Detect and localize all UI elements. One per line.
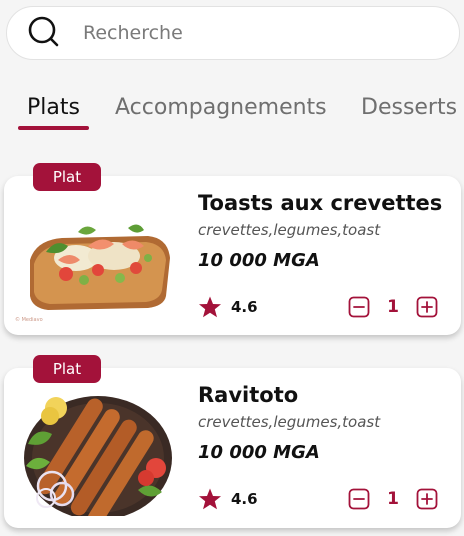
star-icon bbox=[199, 296, 221, 318]
product-rating: 4.6 bbox=[198, 487, 258, 511]
search-input[interactable] bbox=[81, 21, 415, 45]
tab-accompagnements[interactable]: Accompagnements bbox=[115, 95, 327, 120]
quantity-stepper: 1 bbox=[348, 296, 438, 318]
product-card[interactable]: Plat Ravitoto crevettes,legumes,toast 10… bbox=[4, 355, 461, 528]
search-bar[interactable] bbox=[6, 6, 460, 60]
quantity-value: 1 bbox=[387, 297, 399, 317]
quantity-value: 1 bbox=[387, 489, 399, 509]
plus-square-icon[interactable] bbox=[416, 488, 438, 510]
rating-value: 4.6 bbox=[231, 490, 258, 508]
product-price: 10 000 MGA bbox=[198, 250, 320, 271]
search-icon bbox=[28, 16, 59, 47]
rating-value: 4.6 bbox=[231, 298, 258, 316]
star-icon bbox=[199, 488, 221, 510]
tab-desserts[interactable]: Desserts bbox=[361, 95, 457, 120]
category-badge: Plat bbox=[33, 163, 101, 191]
product-card[interactable]: Plat © Mediavo Toasts aux crevettes crev… bbox=[4, 163, 461, 335]
product-name: Ravitoto bbox=[198, 383, 299, 407]
quantity-stepper: 1 bbox=[348, 488, 438, 510]
minus-square-icon[interactable] bbox=[348, 296, 370, 318]
plus-square-icon[interactable] bbox=[416, 296, 438, 318]
product-image bbox=[24, 396, 172, 516]
product-price: 10 000 MGA bbox=[198, 442, 320, 463]
category-tabs: Plats Accompagnements Desserts bbox=[0, 95, 464, 135]
category-badge: Plat bbox=[33, 355, 101, 383]
tab-plats[interactable]: Plats bbox=[27, 95, 80, 120]
product-name: Toasts aux crevettes bbox=[198, 191, 443, 215]
product-rating: 4.6 bbox=[198, 295, 258, 319]
product-ingredients: crevettes,legumes,toast bbox=[198, 221, 381, 239]
minus-square-icon[interactable] bbox=[348, 488, 370, 510]
image-credit: © Mediavo bbox=[15, 317, 43, 323]
product-image bbox=[30, 224, 170, 310]
active-tab-indicator bbox=[18, 126, 89, 130]
product-ingredients: crevettes,legumes,toast bbox=[198, 413, 381, 431]
